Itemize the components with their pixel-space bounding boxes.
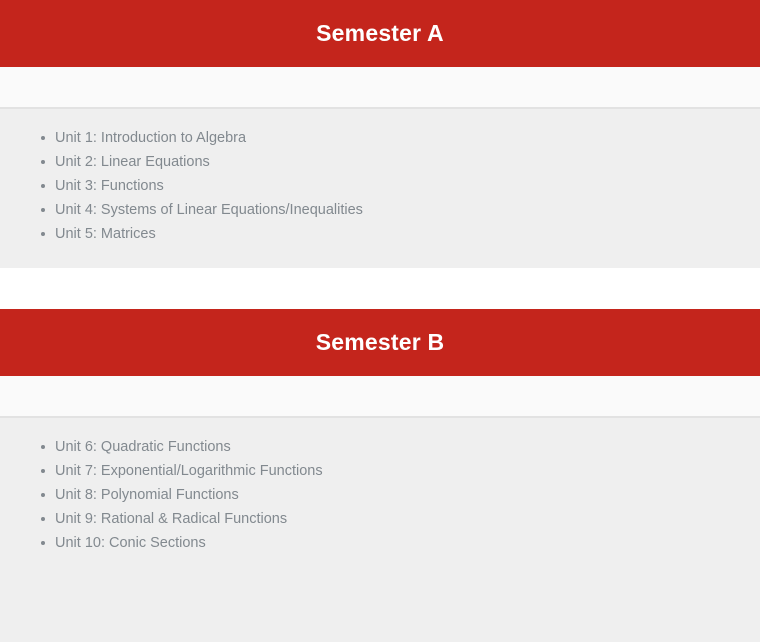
list-item[interactable]: Unit 2: Linear Equations (0, 150, 760, 174)
course-outline-page: Semester A Unit 1: Introduction to Algeb… (0, 0, 760, 642)
list-item[interactable]: Unit 7: Exponential/Logarithmic Function… (0, 459, 760, 483)
unit-label: Unit 3: Functions (55, 178, 164, 194)
semester-a-unit-list: Unit 1: Introduction to Algebra Unit 2: … (0, 126, 760, 246)
unit-label: Unit 8: Polynomial Functions (55, 487, 239, 503)
semester-a-title: Semester A (316, 20, 444, 46)
unit-label: Unit 1: Introduction to Algebra (55, 130, 247, 146)
bullet-icon (41, 517, 45, 521)
list-item[interactable]: Unit 3: Functions (0, 174, 760, 198)
bullet-icon (41, 541, 45, 545)
bullet-icon (41, 232, 45, 236)
semester-panel-a: Semester A Unit 1: Introduction to Algeb… (0, 0, 760, 268)
bullet-icon (41, 184, 45, 188)
unit-label: Unit 7: Exponential/Logarithmic Function… (55, 463, 323, 479)
bullet-icon (41, 469, 45, 473)
semester-b-subbar (0, 376, 760, 418)
list-item[interactable]: Unit 1: Introduction to Algebra (0, 126, 760, 150)
semester-b-unit-list: Unit 6: Quadratic Functions Unit 7: Expo… (0, 435, 760, 555)
unit-label: Unit 5: Matrices (55, 226, 156, 242)
unit-label: Unit 4: Systems of Linear Equations/Ineq… (55, 202, 363, 218)
list-item[interactable]: Unit 5: Matrices (0, 222, 760, 246)
semester-b-title: Semester B (315, 329, 445, 355)
list-item[interactable]: Unit 4: Systems of Linear Equations/Ineq… (0, 198, 760, 222)
semester-a-body: Unit 1: Introduction to Algebra Unit 2: … (0, 109, 760, 268)
bullet-icon (41, 445, 45, 449)
semester-panel-b: Semester B Unit 6: Quadratic Functions U… (0, 309, 760, 642)
list-item[interactable]: Unit 10: Conic Sections (0, 531, 760, 555)
unit-label: Unit 10: Conic Sections (55, 535, 206, 551)
bullet-icon (41, 208, 45, 212)
list-item[interactable]: Unit 6: Quadratic Functions (0, 435, 760, 459)
list-item[interactable]: Unit 9: Rational & Radical Functions (0, 507, 760, 531)
semester-a-subbar (0, 67, 760, 109)
panel-separator (0, 268, 760, 309)
list-item[interactable]: Unit 8: Polynomial Functions (0, 483, 760, 507)
bullet-icon (41, 136, 45, 140)
semester-b-body: Unit 6: Quadratic Functions Unit 7: Expo… (0, 418, 760, 642)
unit-label: Unit 6: Quadratic Functions (55, 439, 231, 455)
unit-label: Unit 9: Rational & Radical Functions (55, 511, 288, 527)
unit-label: Unit 2: Linear Equations (55, 154, 210, 170)
semester-a-header: Semester A (0, 0, 760, 67)
bullet-icon (41, 493, 45, 497)
semester-b-header: Semester B (0, 309, 760, 376)
bullet-icon (41, 160, 45, 164)
